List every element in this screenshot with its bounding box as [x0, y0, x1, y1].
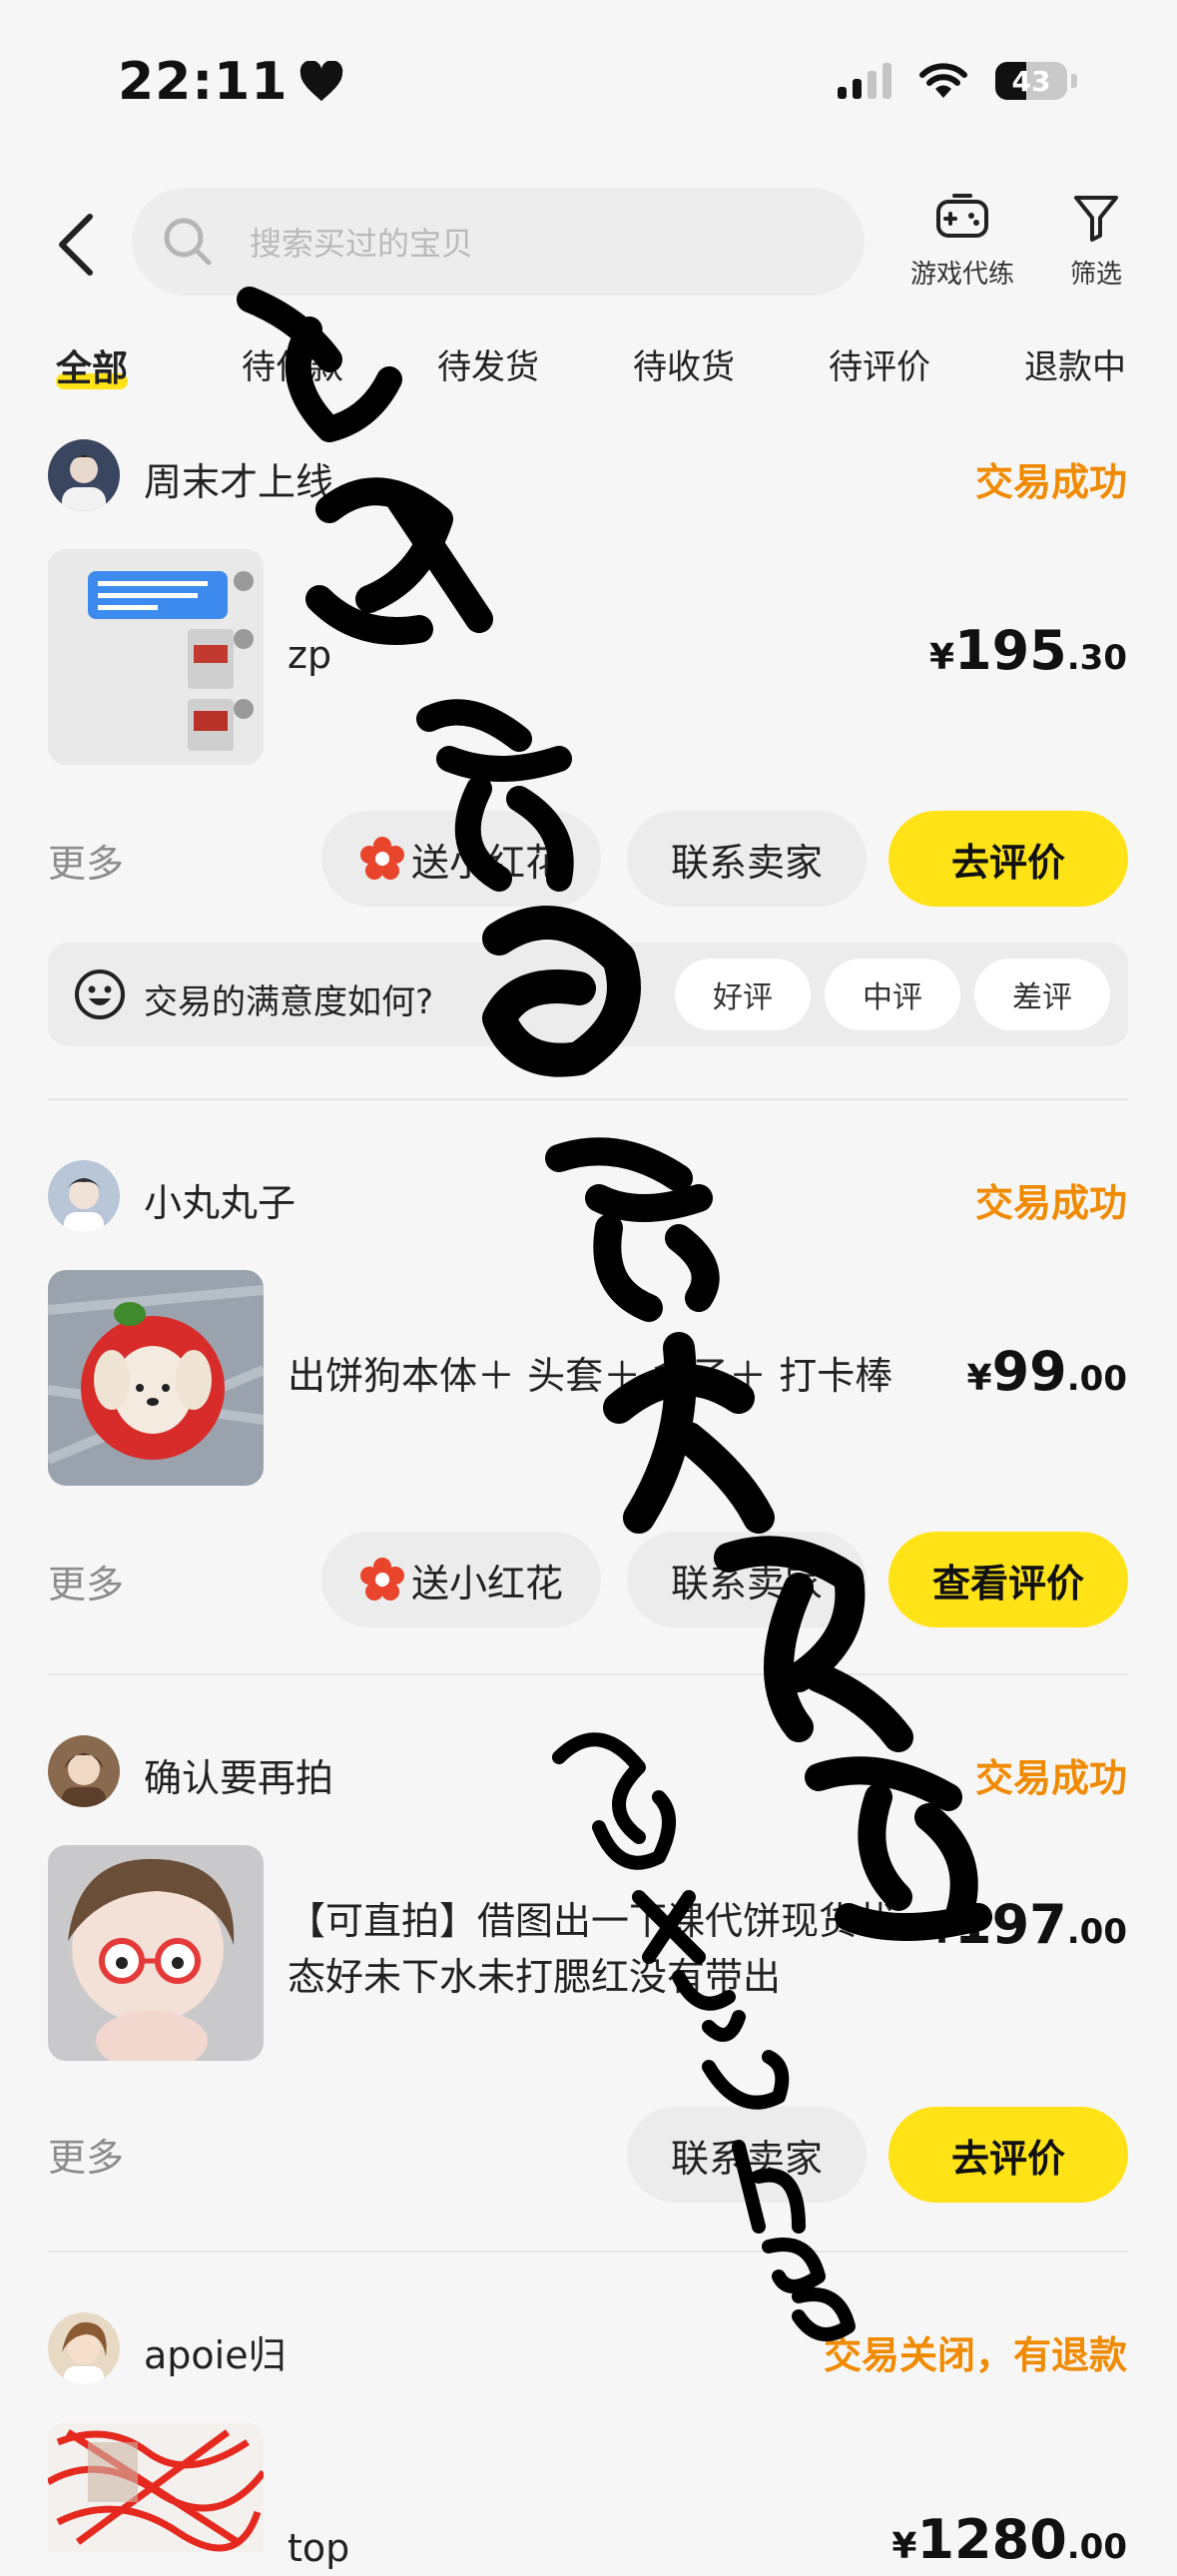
- product-thumbnail[interactable]: [48, 1845, 264, 2061]
- avatar[interactable]: [48, 1160, 120, 1232]
- tab-refunding[interactable]: 退款中: [1024, 339, 1126, 388]
- time-text: 22:11: [118, 52, 289, 112]
- shop-name[interactable]: 周末才上线: [144, 451, 333, 506]
- rating-neutral-button[interactable]: 中评: [825, 959, 960, 1030]
- product-price: ¥99.00: [967, 1340, 1127, 1403]
- tab-all[interactable]: 全部: [56, 339, 129, 391]
- chevron-left-icon: [59, 214, 93, 276]
- send-flower-label: 送小红花: [410, 1561, 563, 1606]
- tab-pending-payment[interactable]: 待付款: [242, 339, 343, 388]
- price-currency: ¥: [966, 1358, 992, 1399]
- price-integer: 1280: [916, 2508, 1067, 2571]
- tab-pending-receipt[interactable]: 待收货: [633, 339, 735, 388]
- satisfaction-survey: 交易的满意度如何? 好评 中评 差评: [48, 943, 1128, 1046]
- wifi-icon: [919, 63, 967, 98]
- send-flower-button[interactable]: 送小红花: [321, 811, 601, 907]
- more-button[interactable]: 更多: [48, 1554, 124, 1609]
- tab-pending-shipment[interactable]: 待发货: [437, 339, 539, 388]
- tab-pending-review[interactable]: 待评价: [829, 339, 930, 388]
- avatar[interactable]: [48, 2312, 120, 2384]
- product-price: ¥1280.00: [891, 2508, 1127, 2571]
- divider: [48, 1673, 1128, 1675]
- search-input[interactable]: 搜索买过的宝贝: [132, 188, 865, 296]
- order-status: 交易成功: [974, 1756, 1127, 1800]
- product-title[interactable]: zp: [288, 627, 331, 683]
- avatar[interactable]: [48, 1735, 120, 1807]
- order-tabs: 全部 待付款 待发货 待收货 待评价 退款中: [0, 339, 1177, 399]
- shop-name[interactable]: apoie归: [144, 2324, 287, 2379]
- write-review-button[interactable]: 去评价: [888, 811, 1128, 907]
- price-integer: 99: [991, 1340, 1067, 1403]
- price-currency: ¥: [928, 637, 955, 678]
- more-button[interactable]: 更多: [48, 833, 124, 888]
- product-price: ¥195.30: [929, 619, 1127, 682]
- view-review-button[interactable]: 查看评价: [888, 1532, 1128, 1627]
- avatar[interactable]: [48, 439, 120, 511]
- flower-icon: [359, 1558, 404, 1601]
- price-currency: ¥: [891, 2526, 917, 2567]
- product-title[interactable]: 出饼狗本体＋ 头套＋ 盒子＋ 打卡棒: [288, 1348, 892, 1404]
- game-boosting-button[interactable]: 游戏代练: [910, 190, 1014, 291]
- search-icon: [164, 218, 212, 266]
- product-title[interactable]: 【可直拍】借图出一下课代饼现货状态好未下水未打腮红没有带出: [288, 1893, 926, 2005]
- shop-name[interactable]: 确认要再拍: [144, 1747, 333, 1802]
- contact-seller-button[interactable]: 联系卖家: [627, 811, 867, 907]
- price-decimal: .00: [1066, 1359, 1127, 1399]
- price-integer: 197: [954, 1893, 1067, 1956]
- divider: [48, 2251, 1128, 2253]
- product-thumbnail[interactable]: [48, 549, 264, 765]
- price-decimal: .00: [1066, 1912, 1127, 1952]
- back-button[interactable]: [46, 200, 106, 290]
- contact-seller-button[interactable]: 联系卖家: [627, 1532, 867, 1627]
- order-status: 交易关闭，有退款: [823, 2333, 1127, 2377]
- divider: [48, 1098, 1128, 1100]
- price-currency: ¥: [928, 1911, 955, 1952]
- write-review-button[interactable]: 去评价: [888, 2107, 1128, 2203]
- more-button[interactable]: 更多: [48, 2127, 124, 2182]
- game-boosting-label: 游戏代练: [910, 260, 1015, 290]
- price-integer: 195: [954, 619, 1067, 682]
- status-time: 22:11: [118, 52, 344, 112]
- battery-level: 43: [1011, 64, 1051, 98]
- status-icons: 43: [838, 62, 1077, 100]
- price-decimal: .00: [1066, 2527, 1127, 2567]
- gamepad-icon: [936, 194, 988, 238]
- shop-name[interactable]: 小丸丸子: [144, 1172, 295, 1227]
- filter-icon: [1074, 196, 1118, 242]
- battery-icon: 43: [995, 62, 1067, 100]
- contact-seller-button[interactable]: 联系卖家: [627, 2107, 867, 2203]
- send-flower-label: 送小红花: [410, 840, 563, 885]
- heart-icon: [299, 61, 342, 102]
- send-flower-button[interactable]: 送小红花: [321, 1532, 601, 1627]
- rating-bad-button[interactable]: 差评: [974, 959, 1110, 1030]
- satisfaction-question: 交易的满意度如何?: [144, 982, 434, 1022]
- filter-label: 筛选: [1069, 260, 1122, 290]
- order-status: 交易成功: [974, 460, 1127, 504]
- order-status: 交易成功: [974, 1181, 1127, 1225]
- smiley-face-icon: [75, 969, 125, 1019]
- rating-good-button[interactable]: 好评: [675, 959, 811, 1030]
- product-title[interactable]: top: [288, 2520, 349, 2576]
- price-decimal: .30: [1066, 638, 1127, 678]
- flower-icon: [359, 837, 404, 880]
- product-thumbnail[interactable]: [48, 1270, 264, 1486]
- cellular-signal-icon: [838, 63, 891, 99]
- product-thumbnail[interactable]: [48, 2422, 264, 2552]
- filter-button[interactable]: 筛选: [1068, 190, 1124, 291]
- search-placeholder: 搜索买过的宝贝: [250, 225, 474, 263]
- product-price: ¥197.00: [929, 1893, 1127, 1956]
